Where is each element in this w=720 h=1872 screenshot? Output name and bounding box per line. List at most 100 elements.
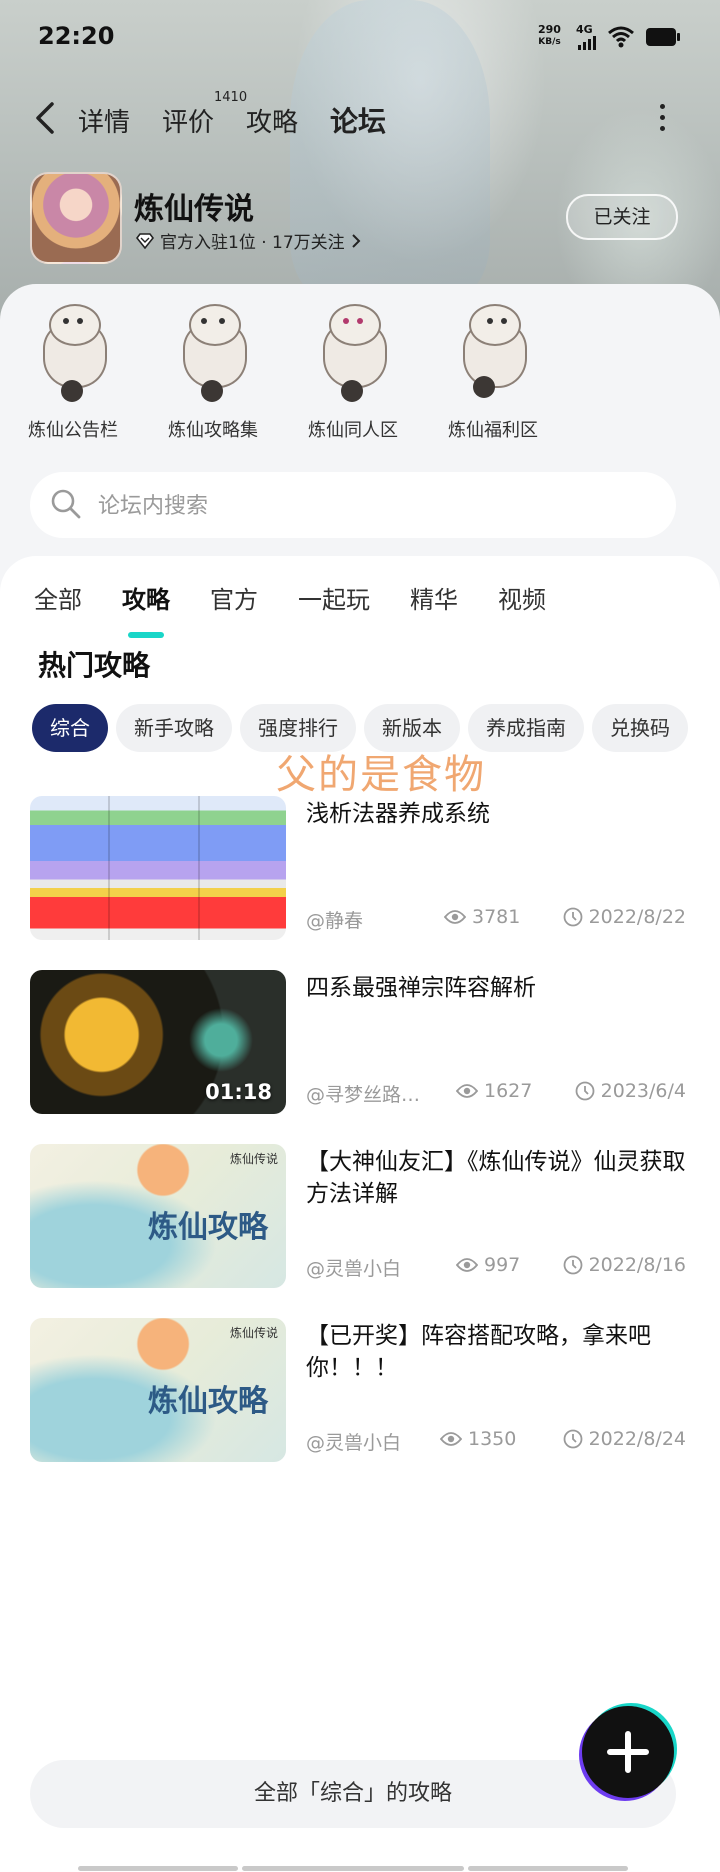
eye-icon <box>456 1258 478 1272</box>
chip-beginner[interactable]: 新手攻略 <box>116 704 232 752</box>
board-label: 炼仙同人区 <box>308 420 398 441</box>
post-item[interactable]: 炼仙传说 炼仙攻略 【大神仙友汇】《炼仙传说》仙灵获取方法详解 @灵兽小白 99… <box>30 1144 690 1292</box>
post-meta: @灵兽小白 1350 2022/8/24 <box>306 1428 686 1458</box>
board-fanart[interactable]: 炼仙同人区 <box>288 300 418 442</box>
more-options-icon[interactable] <box>658 104 666 134</box>
game-meta-link[interactable]: 官方入驻1位 · 17万关注 <box>136 228 361 253</box>
chip-redeem-code[interactable]: 兑换码 <box>592 704 688 752</box>
post-meta: @灵兽小白 997 2022/8/16 <box>306 1254 686 1284</box>
post-author: @灵兽小白 <box>306 1258 402 1280</box>
home-indicator <box>0 1866 720 1872</box>
eye-icon <box>456 1084 478 1098</box>
video-duration: 01:18 <box>205 1080 272 1104</box>
mascot-image <box>313 300 393 404</box>
post-date-text: 2022/8/24 <box>588 1428 686 1450</box>
thumbnail-caption: 炼仙攻略 <box>148 1210 268 1245</box>
wifi-icon <box>608 26 634 48</box>
post-views-count: 1350 <box>468 1428 517 1450</box>
thumbnail-logo: 炼仙传说 <box>229 1326 278 1340</box>
clock-icon <box>575 1081 595 1101</box>
post-title: 【已开奖】阵容搭配攻略，拿来吧你！！！ <box>306 1323 651 1381</box>
game-meta-text: 官方入驻1位 · 17万关注 <box>160 233 345 253</box>
status-time: 22:20 <box>38 22 115 50</box>
post-author: @灵兽小白 <box>306 1432 402 1454</box>
mascot-image <box>173 300 253 404</box>
post-date: 2022/8/16 <box>563 1254 686 1276</box>
content-tabs: 全部 攻略 官方 一起玩 精华 视频 <box>34 580 586 638</box>
content-tab-video[interactable]: 视频 <box>498 580 546 630</box>
board-label: 炼仙福利区 <box>448 420 538 441</box>
post-title: 【大神仙友汇】《炼仙传说》仙灵获取方法详解 <box>306 1149 686 1207</box>
tab-details[interactable]: 详情 <box>78 102 130 139</box>
status-bar: 22:20 290 KB/s 4G <box>0 0 720 76</box>
create-post-button[interactable] <box>582 1706 674 1798</box>
forum-panel: 炼仙公告栏 炼仙攻略集 炼仙同人区 炼仙福利区 论坛内搜索 全部 攻略 官方 一… <box>0 284 720 1871</box>
clock-icon <box>563 1255 582 1275</box>
post-item[interactable]: 炼仙传说 炼仙攻略 【已开奖】阵容搭配攻略，拿来吧你！！！ @灵兽小白 1350… <box>30 1318 690 1466</box>
post-views: 1627 <box>456 1080 532 1102</box>
tab-reviews[interactable]: 评价 <box>162 102 214 139</box>
thumbnail-logo: 炼仙传说 <box>229 1152 278 1166</box>
content-tab-guides[interactable]: 攻略 <box>122 580 170 638</box>
post-views: 1350 <box>440 1428 516 1450</box>
post-meta: @寻梦丝路… 1627 2023/6/4 <box>306 1080 686 1110</box>
post-item[interactable]: 01:18 四系最强禅宗阵容解析 @寻梦丝路… 1627 2023/6/4 <box>30 970 690 1118</box>
post-views: 3781 <box>444 906 520 928</box>
view-all-guides-button[interactable]: 全部「综合」的攻略 <box>30 1760 676 1828</box>
follow-button[interactable]: 已关注 <box>566 194 678 240</box>
post-item[interactable]: 浅析法器养成系统 @静春 3781 2022/8/22 <box>30 796 690 944</box>
thumbnail-caption: 炼仙攻略 <box>148 1384 268 1419</box>
post-thumbnail: 炼仙传说 炼仙攻略 <box>30 1144 286 1288</box>
content-tab-official[interactable]: 官方 <box>210 580 258 630</box>
clock-icon <box>563 1429 582 1449</box>
post-date: 2023/6/4 <box>575 1080 686 1102</box>
board-list: 炼仙公告栏 炼仙攻略集 炼仙同人区 炼仙福利区 <box>0 300 720 450</box>
post-date-text: 2023/6/4 <box>600 1080 686 1102</box>
content-tab-label: 攻略 <box>122 586 170 614</box>
post-views: 997 <box>456 1254 520 1276</box>
search-input[interactable] <box>96 484 660 528</box>
game-icon[interactable] <box>30 172 122 264</box>
eye-icon <box>444 910 466 924</box>
board-label: 炼仙攻略集 <box>168 420 258 441</box>
post-thumbnail: 炼仙传说 炼仙攻略 <box>30 1318 286 1462</box>
overlay-text: 父的是食物 <box>276 752 486 798</box>
post-meta: @静春 3781 2022/8/22 <box>306 906 686 936</box>
plus-icon <box>607 1731 649 1773</box>
content-tab-all[interactable]: 全部 <box>34 580 82 630</box>
post-date: 2022/8/24 <box>563 1428 686 1450</box>
network-speed-unit: KB/s <box>538 37 561 47</box>
review-count-badge: 1410 <box>214 90 248 105</box>
back-arrow-icon[interactable] <box>32 100 58 136</box>
clock-icon <box>563 907 582 927</box>
forum-search[interactable] <box>30 472 676 538</box>
network-speed: 290 KB/s <box>538 24 561 48</box>
tab-forum[interactable]: 论坛 <box>330 100 386 140</box>
network-speed-value: 290 <box>538 23 561 36</box>
post-date-text: 2022/8/22 <box>588 906 686 928</box>
post-author: @静春 <box>306 910 364 932</box>
content-tab-featured[interactable]: 精华 <box>410 580 458 630</box>
section-title: 热门攻略 <box>38 649 151 682</box>
board-welfare[interactable]: 炼仙福利区 <box>428 300 558 442</box>
tab-guides[interactable]: 攻略 <box>246 102 298 139</box>
board-label: 炼仙公告栏 <box>28 420 118 441</box>
post-title: 浅析法器养成系统 <box>306 801 490 827</box>
chip-comprehensive[interactable]: 综合 <box>32 704 108 752</box>
eye-icon <box>440 1432 462 1446</box>
board-announcements[interactable]: 炼仙公告栏 <box>8 300 138 442</box>
post-author: @寻梦丝路… <box>306 1084 421 1106</box>
top-nav: 详情 评价 1410 攻略 论坛 <box>0 90 720 148</box>
board-guides[interactable]: 炼仙攻略集 <box>148 300 278 442</box>
content-area: 全部 攻略 官方 一起玩 精华 视频 热门攻略 综合 新手攻略 强度排行 新版本 养成指… <box>0 556 720 1871</box>
post-title: 四系最强禅宗阵容解析 <box>306 975 536 1001</box>
content-tab-play-together[interactable]: 一起玩 <box>298 580 370 630</box>
post-date: 2022/8/22 <box>563 906 686 928</box>
battery-icon <box>646 28 680 46</box>
post-thumbnail <box>30 796 286 940</box>
mascot-image <box>33 300 113 404</box>
post-views-count: 997 <box>484 1254 521 1276</box>
signal-icon <box>578 36 600 50</box>
chevron-right-icon <box>351 233 361 248</box>
search-icon <box>51 489 81 519</box>
